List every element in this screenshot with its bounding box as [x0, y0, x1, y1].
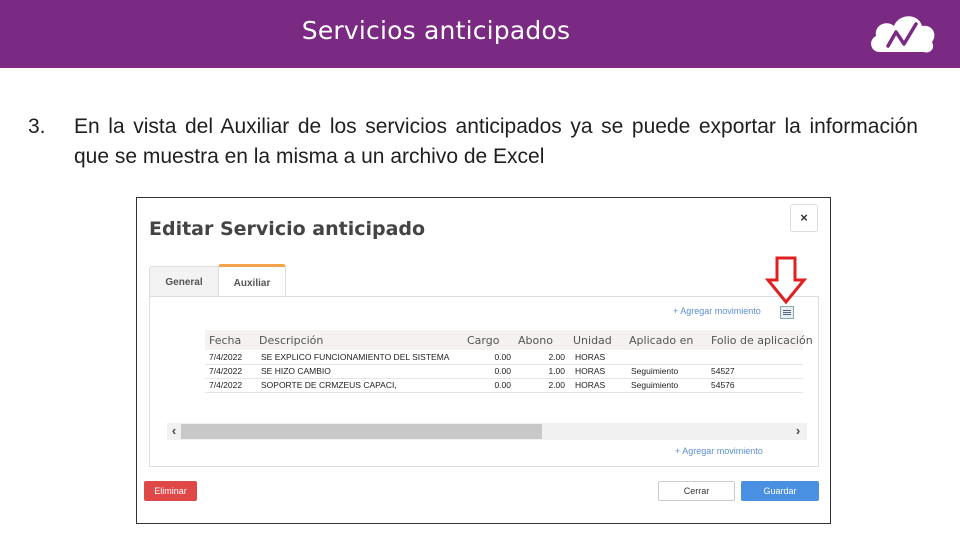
slide-header: Servicios anticipados [0, 0, 960, 68]
table-row[interactable]: 7/4/2022 SE HIZO CAMBIO 0.00 1.00 HORAS … [205, 365, 803, 379]
column-header-descripcion[interactable]: Descripción [259, 334, 323, 347]
delete-button[interactable]: Eliminar [144, 481, 197, 501]
close-button[interactable]: × [790, 204, 818, 232]
table-header: Fecha Descripción Cargo Abono Unidad Apl… [205, 330, 813, 350]
column-header-aplicado[interactable]: Aplicado en [629, 334, 693, 347]
horizontal-scrollbar[interactable]: ‹ › [167, 423, 807, 440]
cell-fecha: 7/4/2022 [209, 380, 243, 390]
cell-fecha: 7/4/2022 [209, 352, 243, 362]
tab-auxiliar[interactable]: Auxiliar [218, 264, 286, 297]
cell-unidad: HORAS [575, 352, 606, 362]
cell-fecha: 7/4/2022 [209, 366, 243, 376]
column-header-fecha[interactable]: Fecha [209, 334, 241, 347]
column-header-cargo[interactable]: Cargo [467, 334, 499, 347]
cell-descripcion: SOPORTE DE CRMZEUS CAPACI, [261, 380, 397, 390]
column-header-abono[interactable]: Abono [518, 334, 553, 347]
column-header-folio[interactable]: Folio de aplicación [711, 334, 813, 347]
cell-abono: 2.00 [548, 380, 565, 390]
cell-aplicado: Seguimiento [631, 366, 679, 376]
cell-folio: 54527 [711, 366, 735, 376]
cell-unidad: HORAS [575, 366, 606, 376]
add-movement-link-top[interactable]: + Agregar movimiento [673, 306, 761, 316]
tab-general[interactable]: General [149, 266, 219, 297]
modal-title: Editar Servicio anticipado [149, 218, 426, 240]
cell-folio: 54576 [711, 380, 735, 390]
red-down-arrow-icon [765, 256, 807, 305]
scroll-right-icon[interactable]: › [791, 423, 805, 440]
step-number: 3. [28, 115, 46, 138]
add-movement-link-bottom[interactable]: + Agregar movimiento [675, 446, 763, 456]
slide-title: Servicios anticipados [301, 16, 571, 45]
column-header-unidad[interactable]: Unidad [573, 334, 612, 347]
cell-aplicado: Seguimiento [631, 380, 679, 390]
close-dialog-button[interactable]: Cerrar [658, 481, 735, 501]
cell-cargo: 0.00 [494, 352, 511, 362]
cell-descripcion: SE EXPLICO FUNCIONAMIENTO DEL SISTEMA [261, 352, 450, 362]
screenshot-frame: Editar Servicio anticipado × General Aux… [136, 197, 831, 524]
table-row[interactable]: 7/4/2022 SOPORTE DE CRMZEUS CAPACI, 0.00… [205, 379, 803, 393]
scroll-left-icon[interactable]: ‹ [167, 423, 181, 440]
cell-abono: 2.00 [548, 352, 565, 362]
scrollbar-thumb[interactable] [181, 424, 542, 439]
step-text: En la vista del Auxiliar de los servicio… [74, 115, 918, 168]
cell-abono: 1.00 [548, 366, 565, 376]
save-button[interactable]: Guardar [741, 481, 819, 501]
cloud-logo-icon [871, 16, 935, 53]
cell-cargo: 0.00 [494, 380, 511, 390]
table-row[interactable]: 7/4/2022 SE EXPLICO FUNCIONAMIENTO DEL S… [205, 351, 803, 365]
cell-unidad: HORAS [575, 380, 606, 390]
cell-descripcion: SE HIZO CAMBIO [261, 366, 331, 376]
excel-export-icon[interactable] [780, 306, 794, 319]
cell-cargo: 0.00 [494, 366, 511, 376]
